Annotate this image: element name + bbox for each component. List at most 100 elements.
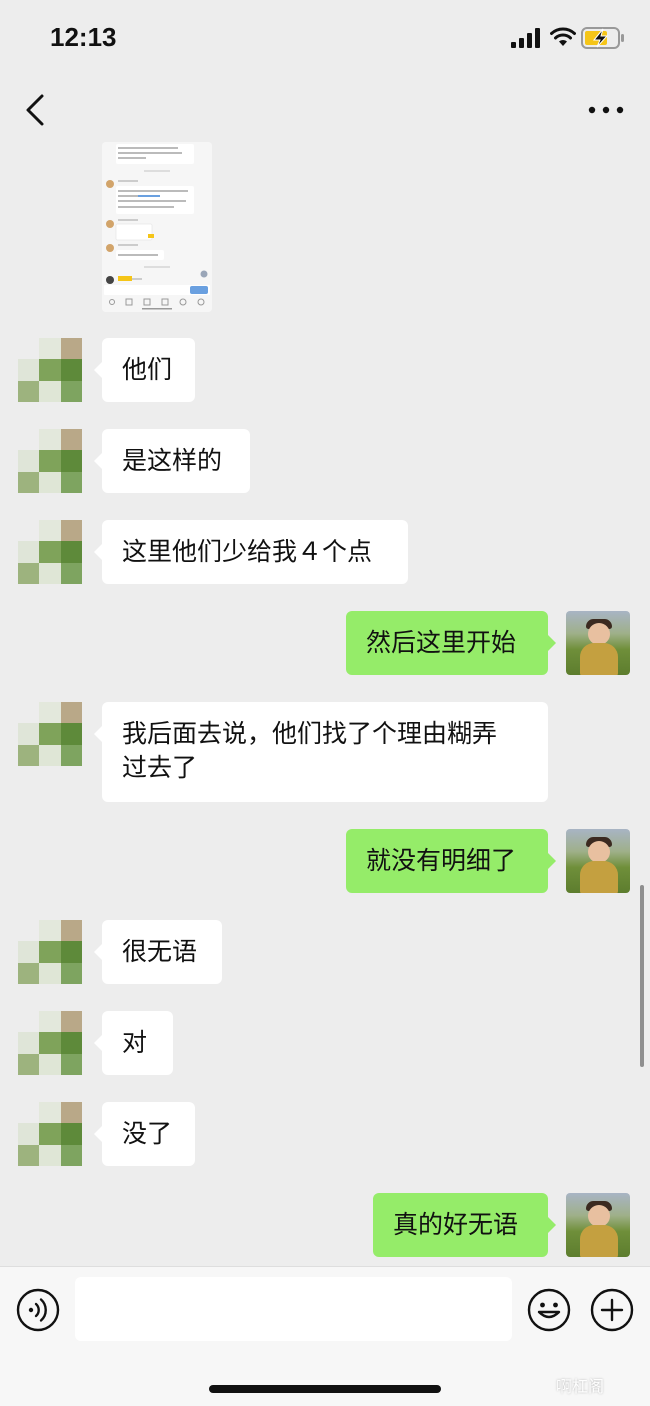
- avatar-pixel: [39, 1032, 61, 1054]
- avatar-pixel: [60, 920, 82, 942]
- message-row: 是这样的: [0, 429, 650, 493]
- avatar-pixel: [39, 1102, 61, 1124]
- chevron-left-icon[interactable]: [22, 92, 48, 128]
- emoji-icon[interactable]: [527, 1288, 571, 1332]
- avatar-pixel: [39, 1011, 61, 1033]
- avatar-pixel: [39, 723, 61, 745]
- avatar-pixel: [18, 1123, 40, 1145]
- avatar-pixel: [39, 702, 61, 724]
- avatar-photo-part: [588, 841, 610, 863]
- outgoing-message-bubble[interactable]: 就没有明细了: [346, 829, 556, 893]
- avatar-photo-part: [588, 623, 610, 645]
- incoming-message-bubble[interactable]: 对: [94, 1011, 173, 1075]
- status-time: 12:13: [50, 22, 117, 52]
- avatar-pixel: [18, 941, 40, 963]
- more-dots-icon[interactable]: [586, 102, 626, 118]
- message-row: 很无语: [0, 920, 650, 984]
- chat-screen: 12:13 他们 是这样的 这里他们少给我４个点 然后这里开始 我后面去说，他们…: [0, 0, 650, 1406]
- incoming-message-bubble[interactable]: 他们: [94, 338, 195, 402]
- input-bar: 啊杠阁: [0, 1266, 650, 1406]
- avatar-pixel: [39, 359, 61, 381]
- incoming-message-bubble[interactable]: 很无语: [94, 920, 222, 984]
- self-avatar[interactable]: [566, 829, 630, 893]
- avatar-photo-part: [580, 861, 618, 893]
- avatar-pixel: [60, 359, 82, 381]
- avatar-pixel: [60, 429, 82, 451]
- avatar-pixel: [39, 1123, 61, 1145]
- avatar-pixel: [39, 941, 61, 963]
- contact-avatar[interactable]: [18, 429, 82, 493]
- avatar-pixel: [18, 744, 40, 766]
- home-indicator[interactable]: [209, 1385, 441, 1393]
- scrollbar[interactable]: [640, 885, 644, 1067]
- message-row: 我后面去说，他们找了个理由糊弄 过去了: [0, 702, 650, 802]
- contact-avatar[interactable]: [18, 338, 82, 402]
- screenshot-thumbnail: [102, 142, 212, 312]
- avatar-pixel: [18, 450, 40, 472]
- incoming-message-bubble[interactable]: 是这样的: [94, 429, 250, 493]
- avatar-photo-part: [580, 1225, 618, 1257]
- avatar-pixel: [60, 541, 82, 563]
- avatar-pixel: [39, 471, 61, 493]
- avatar-pixel: [18, 962, 40, 984]
- avatar-pixel: [60, 450, 82, 472]
- avatar-pixel: [39, 520, 61, 542]
- avatar-pixel: [60, 723, 82, 745]
- avatar-pixel: [60, 941, 82, 963]
- avatar-pixel: [39, 380, 61, 402]
- outgoing-message-bubble[interactable]: 然后这里开始: [346, 611, 556, 675]
- avatar-pixel: [60, 702, 82, 724]
- avatar-pixel: [39, 541, 61, 563]
- avatar-photo-part: [580, 643, 618, 675]
- avatar-pixel: [60, 1123, 82, 1145]
- avatar-pixel: [18, 562, 40, 584]
- avatar-pixel: [39, 1144, 61, 1166]
- avatar-pixel: [60, 338, 82, 360]
- avatar-pixel: [18, 1144, 40, 1166]
- avatar-pixel: [18, 380, 40, 402]
- battery-charging-icon: [581, 27, 624, 49]
- nav-bar: [0, 78, 650, 142]
- message-row: 就没有明细了: [0, 829, 650, 893]
- incoming-message-bubble[interactable]: 这里他们少给我４个点: [94, 520, 408, 584]
- plus-icon[interactable]: [590, 1288, 634, 1332]
- avatar-pixel: [18, 1032, 40, 1054]
- message-row: 没了: [0, 1102, 650, 1166]
- contact-avatar[interactable]: [18, 702, 82, 766]
- avatar-pixel: [60, 1011, 82, 1033]
- message-row: 这里他们少给我４个点: [0, 520, 650, 584]
- incoming-message-bubble[interactable]: 没了: [94, 1102, 195, 1166]
- avatar-pixel: [60, 1144, 82, 1166]
- avatar-pixel: [39, 450, 61, 472]
- shared-screenshot-image[interactable]: [102, 142, 212, 312]
- voice-icon[interactable]: [16, 1288, 60, 1332]
- incoming-message-bubble[interactable]: 我后面去说，他们找了个理由糊弄 过去了: [94, 702, 548, 802]
- watermark-text: 啊杠阁: [556, 1377, 605, 1396]
- avatar-pixel: [60, 562, 82, 584]
- message-input[interactable]: [75, 1277, 512, 1341]
- outgoing-message-bubble[interactable]: 真的好无语: [373, 1193, 556, 1257]
- message-row: 他们: [0, 338, 650, 402]
- avatar-pixel: [39, 562, 61, 584]
- avatar-pixel: [60, 1032, 82, 1054]
- avatar-pixel: [60, 962, 82, 984]
- avatar-pixel: [39, 429, 61, 451]
- avatar-pixel: [18, 1053, 40, 1075]
- self-avatar[interactable]: [566, 1193, 630, 1257]
- avatar-pixel: [39, 338, 61, 360]
- avatar-pixel: [60, 520, 82, 542]
- avatar-pixel: [60, 471, 82, 493]
- contact-avatar[interactable]: [18, 520, 82, 584]
- contact-avatar[interactable]: [18, 1102, 82, 1166]
- message-row: 对: [0, 1011, 650, 1075]
- avatar-pixel: [18, 541, 40, 563]
- self-avatar[interactable]: [566, 611, 630, 675]
- wifi-icon: [550, 27, 576, 46]
- avatar-pixel: [39, 920, 61, 942]
- avatar-pixel: [39, 1053, 61, 1075]
- contact-avatar[interactable]: [18, 920, 82, 984]
- avatar-pixel: [60, 744, 82, 766]
- avatar-pixel: [60, 1053, 82, 1075]
- contact-avatar[interactable]: [18, 1011, 82, 1075]
- avatar-pixel: [60, 380, 82, 402]
